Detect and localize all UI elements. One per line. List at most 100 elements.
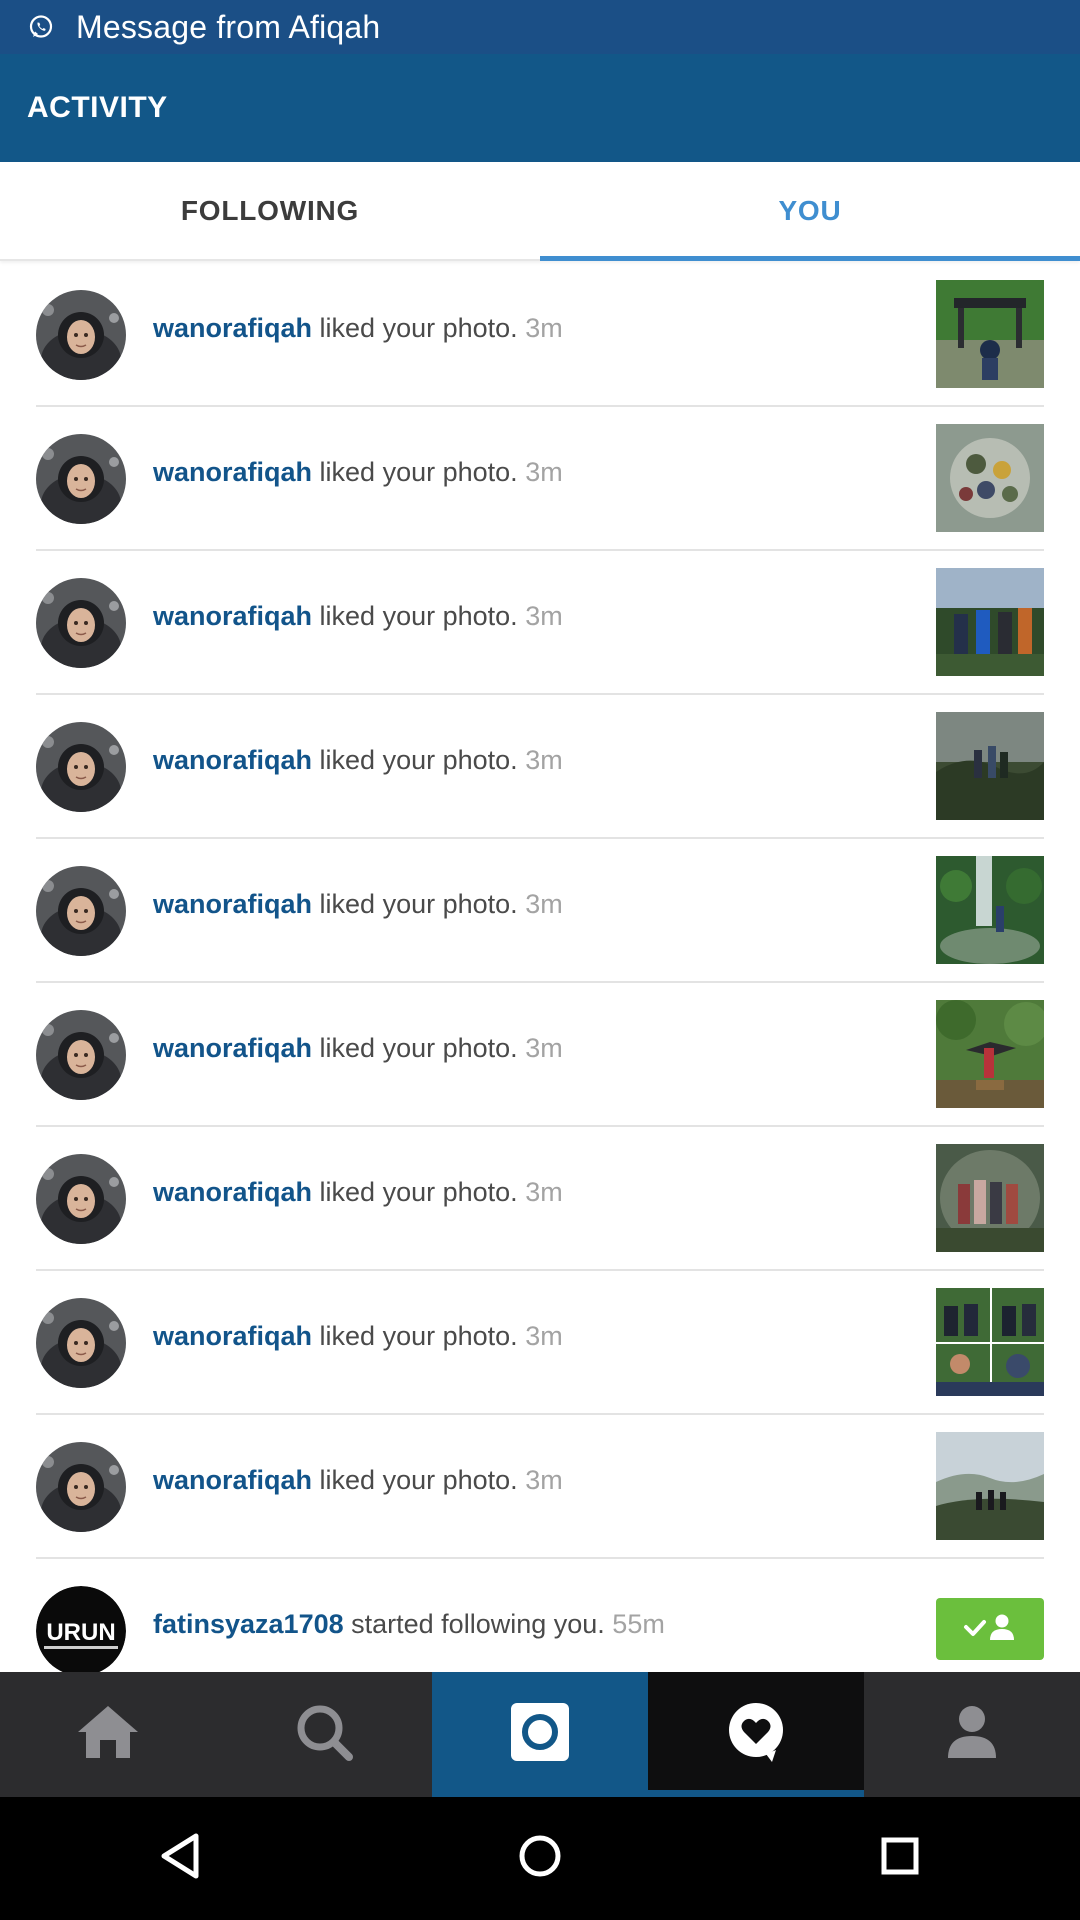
activity-action: liked your photo. [319, 1465, 518, 1495]
activity-action: liked your photo. [319, 1321, 518, 1351]
activity-action: liked your photo. [319, 601, 518, 631]
activity-action: liked your photo. [319, 313, 518, 343]
list-item[interactable]: wanorafiqah liked your photo. 3m [0, 839, 1080, 983]
tab-profile[interactable] [864, 1672, 1080, 1797]
list-item[interactable]: wanorafiqah liked your photo. 3m [0, 263, 1080, 407]
activity-text: wanorafiqah liked your photo. 3m [153, 1465, 563, 1496]
activity-action: liked your photo. [319, 1177, 518, 1207]
avatar[interactable]: URUN [36, 1586, 126, 1672]
username-link[interactable]: wanorafiqah [153, 601, 312, 631]
activity-action: liked your photo. [319, 889, 518, 919]
photo-thumbnail[interactable] [936, 1432, 1044, 1540]
username-link[interactable]: wanorafiqah [153, 1465, 312, 1495]
activity-text: wanorafiqah liked your photo. 3m [153, 1033, 563, 1064]
activity-time: 3m [525, 601, 563, 631]
avatar[interactable] [36, 866, 126, 956]
nav-back-button[interactable] [0, 1797, 360, 1920]
tab-you-label: YOU [778, 194, 842, 226]
back-icon [158, 1832, 202, 1885]
page-title: ACTIVITY [27, 91, 168, 124]
photo-thumbnail[interactable] [936, 424, 1044, 532]
tab-selected-indicator [648, 1790, 864, 1797]
photo-thumbnail[interactable] [936, 1288, 1044, 1396]
activity-time: 3m [525, 745, 563, 775]
system-nav-bar [0, 1797, 1080, 1920]
list-item[interactable]: wanorafiqah liked your photo. 3m [0, 983, 1080, 1127]
activity-heart-icon [726, 1702, 786, 1767]
notification-text: Message from Afiqah [76, 8, 381, 45]
activity-time: 3m [525, 889, 563, 919]
photo-thumbnail[interactable] [936, 568, 1044, 676]
photo-thumbnail[interactable] [936, 712, 1044, 820]
activity-time: 3m [525, 1033, 563, 1063]
tab-following-label: FOLLOWING [180, 194, 360, 226]
list-item[interactable]: wanorafiqah liked your photo. 3m [0, 1127, 1080, 1271]
whatsapp-icon [26, 12, 56, 42]
photo-thumbnail[interactable] [936, 856, 1044, 964]
username-link[interactable]: wanorafiqah [153, 457, 312, 487]
activity-time: 3m [525, 313, 563, 343]
activity-time: 3m [525, 1177, 563, 1207]
activity-action: liked your photo. [319, 1033, 518, 1063]
nav-recents-button[interactable] [720, 1797, 1080, 1920]
tab-search[interactable] [216, 1672, 432, 1797]
photo-thumbnail[interactable] [936, 1000, 1044, 1108]
activity-tabs: FOLLOWING YOU [0, 162, 1080, 261]
home-circle-icon [518, 1834, 562, 1883]
tab-camera[interactable] [432, 1672, 648, 1797]
activity-time: 3m [525, 457, 563, 487]
check-user-icon [962, 1612, 1018, 1647]
activity-text: wanorafiqah liked your photo. 3m [153, 457, 563, 488]
svg-text:URUN: URUN [46, 1619, 115, 1646]
tab-following[interactable]: FOLLOWING [0, 162, 540, 259]
username-link[interactable]: wanorafiqah [153, 889, 312, 919]
username-link[interactable]: wanorafiqah [153, 1177, 312, 1207]
activity-text: wanorafiqah liked your photo. 3m [153, 889, 563, 920]
list-item[interactable]: wanorafiqah liked your photo. 3m [0, 407, 1080, 551]
activity-time: 3m [525, 1465, 563, 1495]
tab-home[interactable] [0, 1672, 216, 1797]
username-link[interactable]: wanorafiqah [153, 1321, 312, 1351]
photo-thumbnail[interactable] [936, 1144, 1044, 1252]
username-link[interactable]: wanorafiqah [153, 745, 312, 775]
activity-action: liked your photo. [319, 745, 518, 775]
avatar[interactable] [36, 1010, 126, 1100]
list-item[interactable]: wanorafiqah liked your photo. 3m [0, 695, 1080, 839]
activity-list[interactable]: wanorafiqah liked your photo. 3m wanoraf… [0, 263, 1080, 1672]
following-button[interactable] [936, 1598, 1044, 1660]
username-link[interactable]: wanorafiqah [153, 313, 312, 343]
nav-home-button[interactable] [360, 1797, 720, 1920]
avatar[interactable] [36, 1154, 126, 1244]
avatar[interactable] [36, 1442, 126, 1532]
tab-activity[interactable] [648, 1672, 864, 1797]
activity-text: fatinsyaza1708 started following you. 55… [153, 1609, 665, 1640]
list-item[interactable]: wanorafiqah liked your photo. 3m [0, 551, 1080, 695]
avatar[interactable] [36, 434, 126, 524]
action-bar: ACTIVITY [0, 54, 1080, 162]
tab-you[interactable]: YOU [540, 162, 1080, 261]
avatar[interactable] [36, 578, 126, 668]
avatar[interactable] [36, 722, 126, 812]
search-icon [294, 1702, 354, 1767]
username-link[interactable]: fatinsyaza1708 [153, 1609, 344, 1639]
activity-text: wanorafiqah liked your photo. 3m [153, 1177, 563, 1208]
list-item[interactable]: wanorafiqah liked your photo. 3m [0, 1415, 1080, 1559]
list-item[interactable]: URUN fatinsyaza1708 started following yo… [0, 1559, 1080, 1672]
camera-icon [511, 1703, 569, 1766]
list-item[interactable]: wanorafiqah liked your photo. 3m [0, 1271, 1080, 1415]
tab-selected-indicator [540, 256, 1080, 261]
photo-thumbnail[interactable] [936, 280, 1044, 388]
activity-action: liked your photo. [319, 457, 518, 487]
username-link[interactable]: wanorafiqah [153, 1033, 312, 1063]
profile-icon [946, 1704, 998, 1765]
notification-bar[interactable]: Message from Afiqah [0, 0, 1080, 54]
bottom-tab-bar [0, 1672, 1080, 1797]
activity-action: started following you. [351, 1609, 605, 1639]
activity-time: 55m [612, 1609, 665, 1639]
activity-text: wanorafiqah liked your photo. 3m [153, 601, 563, 632]
avatar[interactable] [36, 1298, 126, 1388]
activity-text: wanorafiqah liked your photo. 3m [153, 1321, 563, 1352]
recents-icon [880, 1836, 920, 1881]
home-icon [76, 1704, 140, 1765]
avatar[interactable] [36, 290, 126, 380]
